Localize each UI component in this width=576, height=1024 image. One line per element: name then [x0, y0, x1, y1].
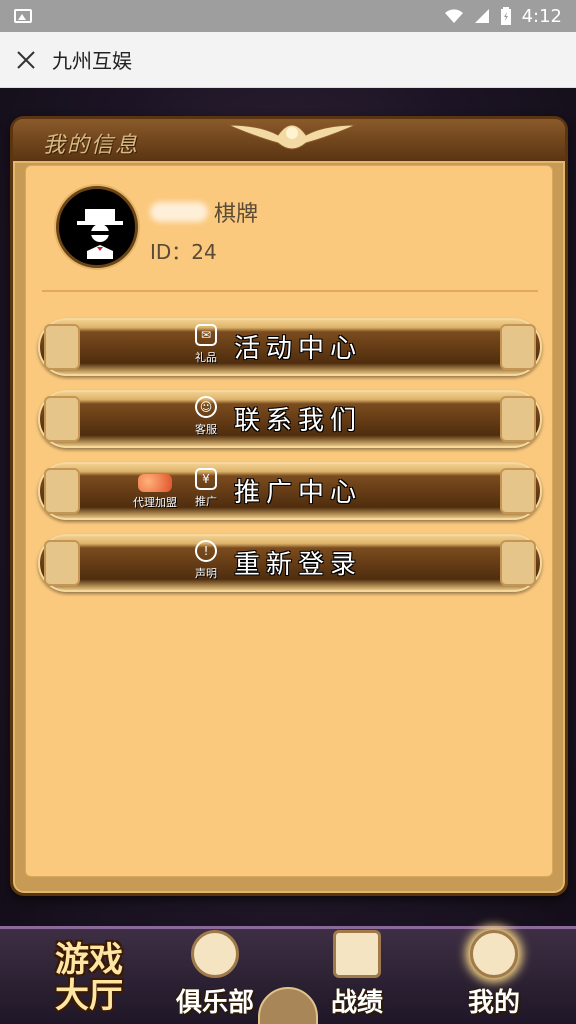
ornament-right-icon [500, 540, 536, 586]
close-button[interactable] [0, 32, 52, 88]
gift-icon: ✉ 礼品 [186, 322, 226, 372]
records-list-icon [333, 930, 381, 978]
nav-club[interactable]: 俱乐部 [170, 929, 260, 1024]
ornament-right-icon [500, 396, 536, 442]
avatar[interactable] [56, 186, 138, 268]
ornament-right-icon [500, 468, 536, 514]
club-person-icon [191, 930, 239, 978]
nav-mine-label: 我的 [467, 988, 520, 1018]
panel-body: 棋牌 ID：24 ✉ 礼品 活动中心 ☺ 客服 联系我们 代理加盟 ¥ 推广 推… [25, 165, 553, 877]
activity-center-button[interactable]: ✉ 礼品 活动中心 [38, 318, 542, 376]
player-id: ID：24 [150, 240, 217, 264]
warning-icon: ! 声明 [186, 538, 226, 588]
nav-club-label: 俱乐部 [175, 988, 254, 1018]
page-title: 九州互娱 [52, 49, 132, 73]
status-bar: 4:12 [0, 0, 576, 32]
agent-caption: 代理加盟 [133, 496, 177, 509]
ornament-left-icon [44, 324, 80, 370]
icon-caption: 客服 [195, 423, 217, 436]
crest-ornament-icon [228, 124, 356, 150]
coins-glyph: ¥ [195, 468, 217, 490]
status-time: 4:12 [521, 5, 562, 27]
warning-glyph: ! [195, 540, 217, 562]
close-icon [17, 50, 35, 69]
nav-game-lobby[interactable]: 游戏 大厅 [24, 929, 154, 1024]
icon-caption: 声明 [195, 567, 217, 580]
button-label: 推广中心 [234, 478, 363, 508]
promotion-center-button[interactable]: 代理加盟 ¥ 推广 推广中心 [38, 462, 542, 520]
contact-us-button[interactable]: ☺ 客服 联系我们 [38, 390, 542, 448]
game-canvas: 我的信息 棋牌 ID：24 ✉ 礼品 活动中心 ☺ 客服 联系我们 代理加盟 ¥… [0, 88, 576, 1024]
agent-join-icon: 代理加盟 [130, 474, 180, 510]
center-ornament-icon [258, 987, 318, 1024]
divider [42, 290, 538, 292]
lobby-line1: 游戏 [55, 940, 123, 980]
service-glyph: ☺ [195, 396, 217, 418]
nav-records[interactable]: 战绩 [312, 929, 402, 1024]
signal-icon [474, 9, 489, 23]
player-name: 棋牌 [150, 196, 258, 228]
button-label: 重新登录 [234, 550, 363, 580]
player-name-suffix: 棋牌 [214, 202, 259, 227]
app-title-bar: 九州互娱 [0, 32, 576, 88]
wifi-icon [444, 9, 463, 23]
handshake-icon [138, 474, 172, 492]
my-info-panel: 我的信息 棋牌 ID：24 ✉ 礼品 活动中心 ☺ 客服 联系我们 代理加盟 ¥… [10, 116, 568, 896]
panel-title: 我的信息 [43, 133, 140, 158]
nav-records-label: 战绩 [330, 988, 383, 1018]
ornament-left-icon [44, 396, 80, 442]
blurred-name [150, 202, 208, 222]
image-icon [14, 9, 32, 23]
gift-glyph: ✉ [195, 324, 217, 346]
coins-icon: ¥ 推广 [186, 466, 226, 516]
relogin-button[interactable]: ! 声明 重新登录 [38, 534, 542, 592]
gentleman-hat-icon [77, 209, 123, 259]
customer-service-icon: ☺ 客服 [186, 394, 226, 444]
ornament-left-icon [44, 468, 80, 514]
profile-icon [470, 930, 518, 978]
icon-caption: 推广 [195, 495, 217, 508]
nav-mine[interactable]: 我的 [444, 929, 544, 1024]
button-label: 活动中心 [234, 334, 363, 364]
panel-header: 我的信息 [13, 119, 565, 163]
battery-icon [500, 7, 511, 25]
bottom-nav: 游戏 大厅 俱乐部 战绩 我的 [0, 926, 576, 1024]
ornament-left-icon [44, 540, 80, 586]
lobby-line2: 大厅 [55, 976, 123, 1016]
button-label: 联系我们 [234, 406, 363, 436]
ornament-right-icon [500, 324, 536, 370]
icon-caption: 礼品 [195, 351, 217, 364]
